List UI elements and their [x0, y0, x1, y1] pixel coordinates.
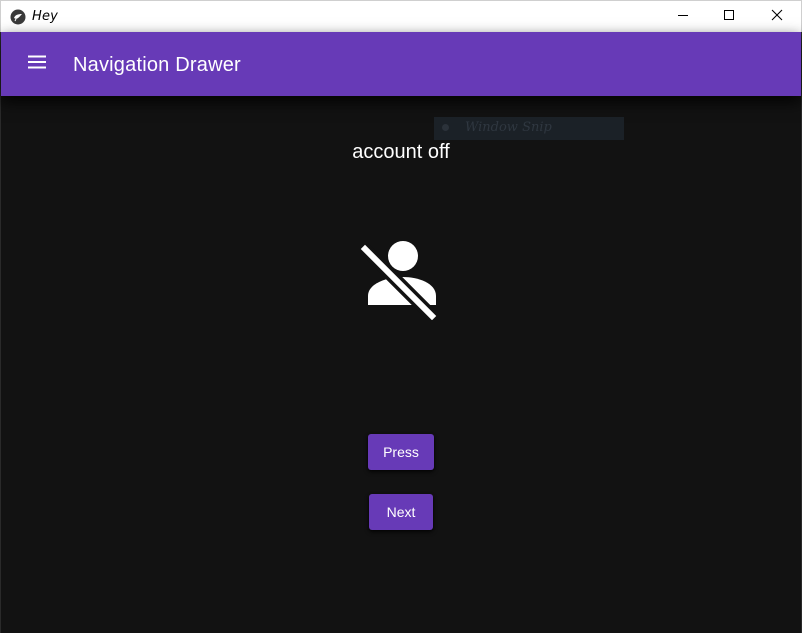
menu-icon — [27, 54, 47, 75]
close-icon — [771, 8, 783, 26]
main-content — [1, 96, 801, 632]
next-button[interactable]: Next — [369, 494, 433, 530]
press-button[interactable]: Press — [368, 434, 434, 470]
window-snip-overlay: Window Snip — [434, 117, 624, 140]
maximize-icon — [723, 8, 735, 26]
snip-label: Window Snip — [465, 120, 552, 135]
maximize-button[interactable] — [706, 1, 752, 33]
toolbar-title: Navigation Drawer — [73, 54, 241, 76]
minimize-icon — [677, 8, 689, 26]
account-off-icon — [359, 236, 440, 321]
app-toolbar: Navigation Drawer — [1, 32, 801, 96]
window-title: Hey — [32, 9, 59, 24]
menu-button[interactable] — [23, 50, 51, 78]
minimize-button[interactable] — [660, 1, 706, 33]
snip-icon — [442, 124, 449, 131]
kivy-logo-icon — [10, 9, 26, 25]
window-titlebar: Hey — [0, 0, 802, 32]
screen-label: account off — [352, 141, 450, 163]
close-button[interactable] — [754, 1, 800, 33]
